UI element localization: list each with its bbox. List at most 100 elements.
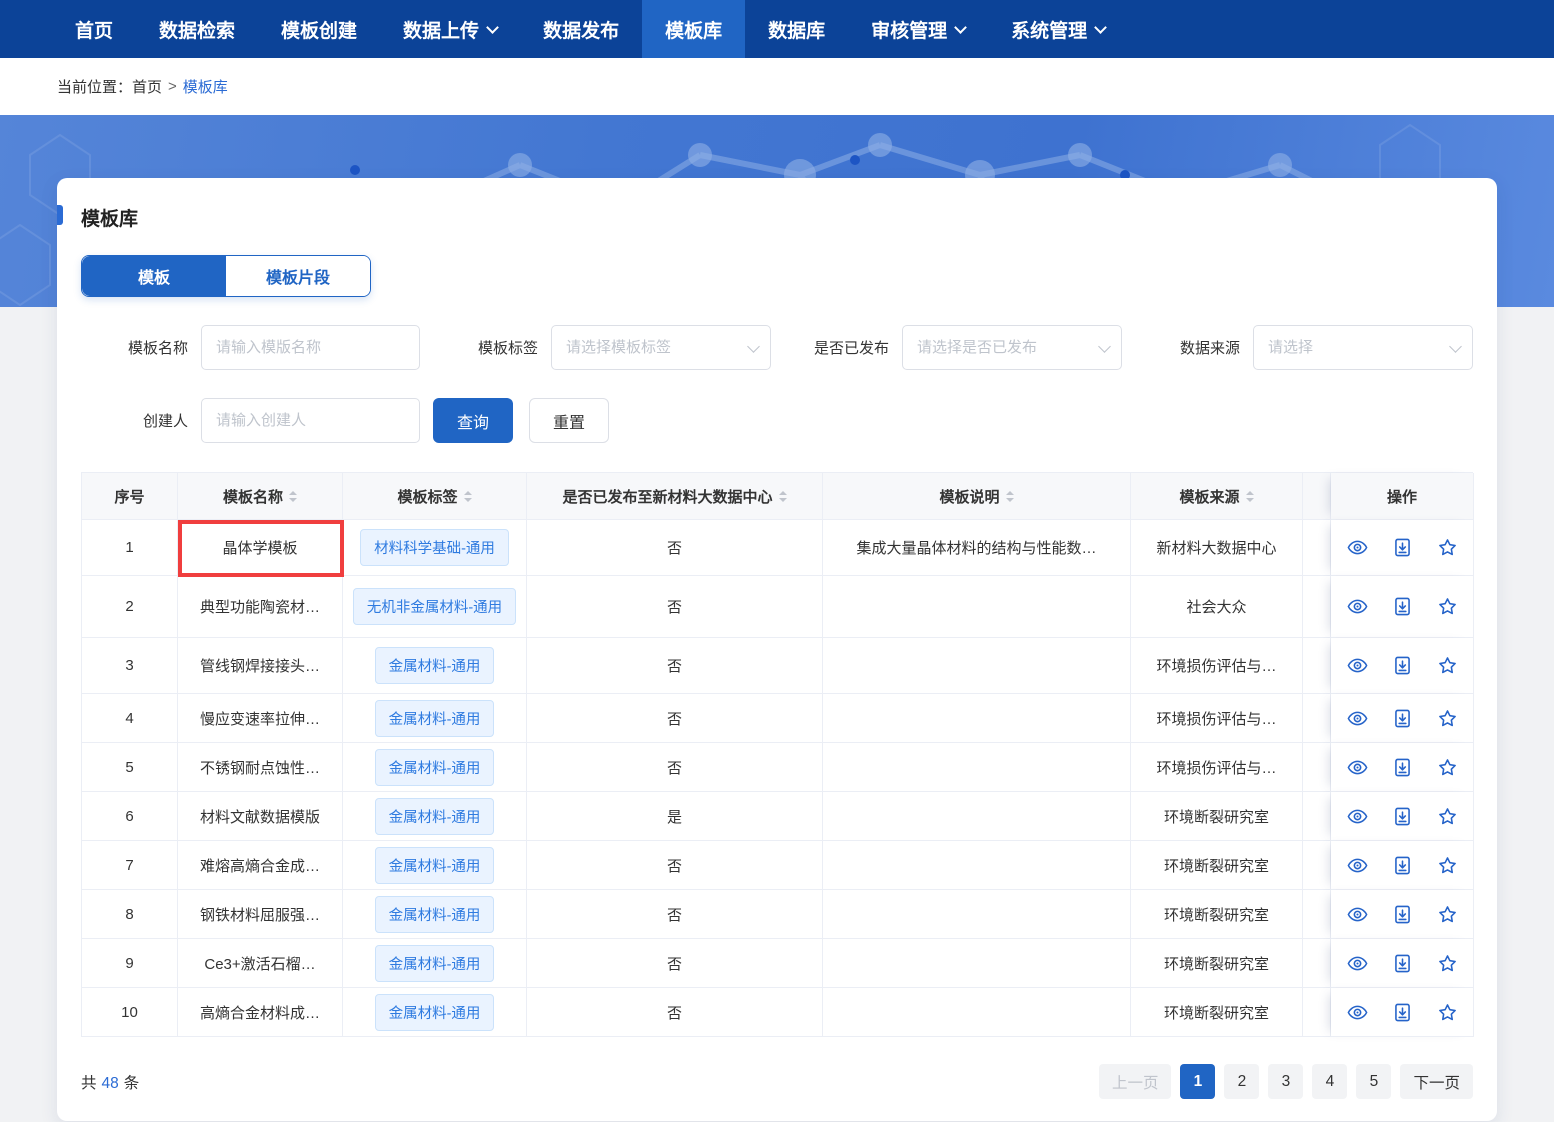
sort-icon[interactable] bbox=[1246, 491, 1254, 502]
favorite-button[interactable] bbox=[1437, 757, 1458, 778]
template-name-cell: 典型功能陶瓷材… bbox=[178, 576, 343, 638]
favorite-button[interactable] bbox=[1437, 537, 1458, 558]
view-button[interactable] bbox=[1347, 708, 1368, 729]
nav-item-home[interactable]: 首页 bbox=[52, 0, 136, 58]
view-button[interactable] bbox=[1347, 855, 1368, 876]
breadcrumb-current[interactable]: 模板库 bbox=[183, 76, 228, 97]
reset-button[interactable]: 重置 bbox=[529, 398, 609, 443]
creator-input[interactable] bbox=[201, 398, 420, 443]
eye-icon bbox=[1347, 953, 1368, 974]
download-button[interactable] bbox=[1392, 953, 1413, 974]
breadcrumb-home-link[interactable]: 首页 bbox=[132, 76, 162, 97]
download-icon bbox=[1392, 1002, 1413, 1023]
published-cell: 否 bbox=[527, 988, 823, 1037]
next-page-button[interactable]: 下一页 bbox=[1400, 1064, 1473, 1099]
published-select[interactable] bbox=[902, 325, 1122, 370]
star-icon bbox=[1437, 953, 1458, 974]
download-icon bbox=[1392, 855, 1413, 876]
eye-icon bbox=[1347, 596, 1368, 617]
sort-icon[interactable] bbox=[289, 491, 297, 502]
download-button[interactable] bbox=[1392, 1002, 1413, 1023]
download-button[interactable] bbox=[1392, 806, 1413, 827]
table-row: 8 钢铁材料屈服强… 金属材料-通用 否 环境断裂研究室 bbox=[82, 890, 1473, 939]
template-name-cell: 晶体学模板 bbox=[178, 520, 343, 576]
nav-item-template-create[interactable]: 模板创建 bbox=[258, 0, 380, 58]
actions-cell bbox=[1331, 792, 1474, 841]
favorite-button[interactable] bbox=[1437, 655, 1458, 676]
published-cell: 否 bbox=[527, 890, 823, 939]
chevron-down-icon bbox=[954, 21, 967, 34]
sort-icon[interactable] bbox=[779, 491, 787, 502]
page-button-3[interactable]: 3 bbox=[1268, 1064, 1303, 1099]
template-tag-select[interactable] bbox=[551, 325, 771, 370]
favorite-button[interactable] bbox=[1437, 953, 1458, 974]
download-button[interactable] bbox=[1392, 757, 1413, 778]
row-index-cell: 2 bbox=[82, 576, 178, 638]
download-button[interactable] bbox=[1392, 537, 1413, 558]
download-button[interactable] bbox=[1392, 855, 1413, 876]
data-source-select[interactable] bbox=[1253, 325, 1473, 370]
page-button-1[interactable]: 1 bbox=[1180, 1064, 1215, 1099]
template-name-input[interactable] bbox=[201, 325, 420, 370]
total-count: 48 bbox=[102, 1075, 119, 1092]
page-button-5[interactable]: 5 bbox=[1356, 1064, 1391, 1099]
view-button[interactable] bbox=[1347, 953, 1368, 974]
download-icon bbox=[1392, 537, 1413, 558]
download-button[interactable] bbox=[1392, 904, 1413, 925]
template-tag-cell: 金属材料-通用 bbox=[343, 939, 527, 988]
view-button[interactable] bbox=[1347, 806, 1368, 827]
published-cell: 否 bbox=[527, 638, 823, 694]
spacer-cell bbox=[1303, 743, 1331, 792]
source-cell: 环境损伤评估与… bbox=[1131, 638, 1303, 694]
nav-item-data-search[interactable]: 数据检索 bbox=[136, 0, 258, 58]
view-button[interactable] bbox=[1347, 655, 1368, 676]
nav-item-review-management[interactable]: 审核管理 bbox=[848, 0, 988, 58]
nav-item-system-management[interactable]: 系统管理 bbox=[988, 0, 1128, 58]
download-button[interactable] bbox=[1392, 596, 1413, 617]
template-name-cell: 材料文献数据模版 bbox=[178, 792, 343, 841]
favorite-button[interactable] bbox=[1437, 855, 1458, 876]
view-button[interactable] bbox=[1347, 904, 1368, 925]
row-index-cell: 6 bbox=[82, 792, 178, 841]
favorite-button[interactable] bbox=[1437, 596, 1458, 617]
favorite-button[interactable] bbox=[1437, 904, 1458, 925]
title-marker bbox=[57, 205, 63, 225]
nav-item-database[interactable]: 数据库 bbox=[745, 0, 848, 58]
actions-cell bbox=[1331, 890, 1474, 939]
favorite-button[interactable] bbox=[1437, 1002, 1458, 1023]
description-cell bbox=[823, 890, 1131, 939]
nav-item-template-library[interactable]: 模板库 bbox=[642, 0, 745, 58]
nav-item-data-publish[interactable]: 数据发布 bbox=[520, 0, 642, 58]
header-label: 模板说明 bbox=[939, 486, 999, 507]
favorite-button[interactable] bbox=[1437, 806, 1458, 827]
view-button[interactable] bbox=[1347, 596, 1368, 617]
tab-template-fragment[interactable]: 模板片段 bbox=[226, 256, 370, 296]
published-cell: 否 bbox=[527, 576, 823, 638]
description-cell bbox=[823, 743, 1131, 792]
filter-form: 模板名称 模板标签 是否已发布 数据来源 创建人 bbox=[81, 325, 1473, 443]
view-button[interactable] bbox=[1347, 1002, 1368, 1023]
template-tag-cell: 金属材料-通用 bbox=[343, 743, 527, 792]
search-button[interactable]: 查询 bbox=[433, 398, 513, 443]
source-cell: 环境断裂研究室 bbox=[1131, 792, 1303, 841]
template-name-cell: Ce3+激活石榴… bbox=[178, 939, 343, 988]
page-button-2[interactable]: 2 bbox=[1224, 1064, 1259, 1099]
nav-item-data-upload[interactable]: 数据上传 bbox=[380, 0, 520, 58]
tab-template[interactable]: 模板 bbox=[82, 256, 226, 296]
breadcrumb-separator: > bbox=[168, 78, 177, 95]
header-description: 模板说明 bbox=[823, 473, 1131, 520]
favorite-button[interactable] bbox=[1437, 708, 1458, 729]
prev-page-button[interactable]: 上一页 bbox=[1099, 1064, 1172, 1099]
view-button[interactable] bbox=[1347, 537, 1368, 558]
download-button[interactable] bbox=[1392, 655, 1413, 676]
page-button-4[interactable]: 4 bbox=[1312, 1064, 1347, 1099]
header-label: 是否已发布至新材料大数据中心 bbox=[562, 486, 772, 507]
download-button[interactable] bbox=[1392, 708, 1413, 729]
row-index-cell: 10 bbox=[82, 988, 178, 1037]
view-button[interactable] bbox=[1347, 757, 1368, 778]
sort-icon[interactable] bbox=[464, 491, 472, 502]
template-tag-cell: 金属材料-通用 bbox=[343, 988, 527, 1037]
row-index-cell: 3 bbox=[82, 638, 178, 694]
sort-icon[interactable] bbox=[1006, 491, 1014, 502]
eye-icon bbox=[1347, 708, 1368, 729]
